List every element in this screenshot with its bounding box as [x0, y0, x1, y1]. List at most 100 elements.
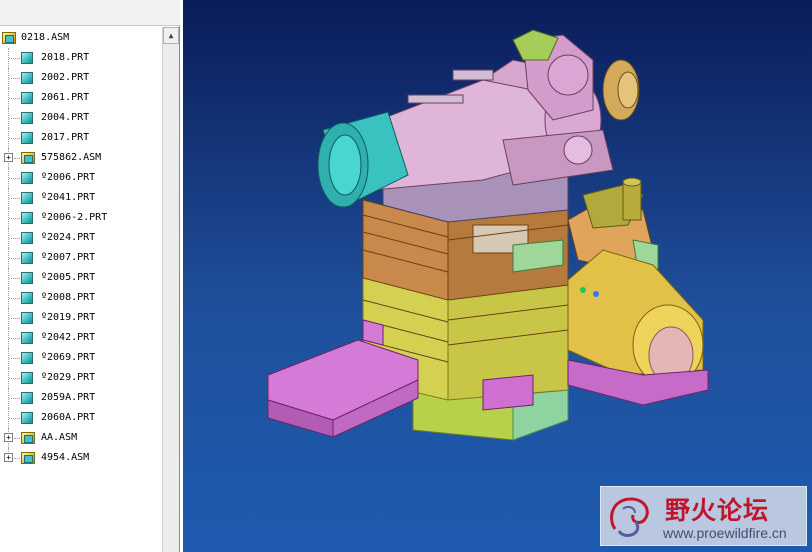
- part-icon: [21, 392, 33, 404]
- tree-item-label: º2006-2.PRT: [41, 212, 108, 223]
- tree-part-item[interactable]: 2004.PRT: [0, 108, 162, 128]
- tree-connector-line: [9, 278, 20, 279]
- tree-connector-line: [9, 398, 20, 399]
- tree-connector-line: [9, 358, 20, 359]
- tree-connector-line: [9, 118, 20, 119]
- tree-connector-line: [14, 438, 20, 439]
- tree-connector-line: [9, 378, 20, 379]
- tree-item-label: º2007.PRT: [41, 252, 96, 263]
- part-icon: [21, 252, 33, 264]
- tree-item-label: 2059A.PRT: [41, 392, 96, 403]
- tree-item-label: 0218.ASM: [21, 32, 70, 43]
- tree-part-item[interactable]: º2006.PRT: [0, 168, 162, 188]
- tree-item-label: º2041.PRT: [41, 192, 96, 203]
- tree-connector-line: [9, 138, 20, 139]
- forum-watermark: 野火论坛 www.proewildfire.cn: [600, 486, 807, 546]
- tree-scrollbar[interactable]: ▲: [162, 27, 179, 552]
- part-icon: [21, 272, 33, 284]
- part-icon: [21, 212, 33, 224]
- tree-item-label: º2069.PRT: [41, 352, 96, 363]
- tree-item-label: º2005.PRT: [41, 272, 96, 283]
- tree-item-label: 2017.PRT: [41, 132, 90, 143]
- tree-part-item[interactable]: º2008.PRT: [0, 288, 162, 308]
- tree-item-label: º2006.PRT: [41, 172, 96, 183]
- part-icon: [21, 112, 33, 124]
- tree-connector-line: [9, 198, 20, 199]
- tree-part-item[interactable]: 2018.PRT: [0, 48, 162, 68]
- tree-item-label: 2061.PRT: [41, 92, 90, 103]
- part-icon: [21, 52, 33, 64]
- part-icon: [21, 412, 33, 424]
- tree-connector-line: [9, 218, 20, 219]
- watermark-title: 野火论坛: [665, 496, 770, 525]
- part-icon: [21, 312, 33, 324]
- tree-item-label: 2018.PRT: [41, 52, 90, 63]
- tree-part-item[interactable]: º2019.PRT: [0, 308, 162, 328]
- part-icon: [21, 292, 33, 304]
- tree-connector-line: [9, 418, 20, 419]
- tree-connector-line: [9, 338, 20, 339]
- part-icon: [21, 232, 33, 244]
- tree-part-item[interactable]: º2069.PRT: [0, 348, 162, 368]
- part-icon: [21, 132, 33, 144]
- tree-item-label: 575862.ASM: [41, 152, 102, 163]
- tree-item-label: º2024.PRT: [41, 232, 96, 243]
- graphics-viewport[interactable]: [183, 0, 812, 552]
- part-icon: [21, 72, 33, 84]
- tree-item-label: 4954.ASM: [41, 452, 90, 463]
- tree-item-label: º2008.PRT: [41, 292, 96, 303]
- tree-connector-line: [9, 258, 20, 259]
- tree-part-item[interactable]: º2007.PRT: [0, 248, 162, 268]
- tree-connector-line: [9, 98, 20, 99]
- model-tree-list[interactable]: 0218.ASM 2018.PRT 2002.PRT 2061.PRT 2004.PR…: [0, 28, 162, 552]
- tree-part-item[interactable]: 2061.PRT: [0, 88, 162, 108]
- tree-connector-line: [9, 238, 20, 239]
- tree-part-item[interactable]: º2042.PRT: [0, 328, 162, 348]
- part-icon: [21, 352, 33, 364]
- tree-assembly-item[interactable]: + AA.ASM: [0, 428, 162, 448]
- tree-item-label: 2060A.PRT: [41, 412, 96, 423]
- tree-connector-line: [9, 318, 20, 319]
- tree-item-label: AA.ASM: [41, 432, 78, 443]
- tree-item-label: 2002.PRT: [41, 72, 90, 83]
- part-icon: [21, 372, 33, 384]
- tree-root-item[interactable]: 0218.ASM: [0, 28, 162, 48]
- tree-connector-line: [9, 58, 20, 59]
- tree-part-item[interactable]: 2002.PRT: [0, 68, 162, 88]
- part-icon: [21, 332, 33, 344]
- assembly-icon: [21, 452, 35, 464]
- model-tree-header: [0, 0, 180, 26]
- tree-assembly-item[interactable]: +575862.ASM: [0, 148, 162, 168]
- assembly-icon: [21, 432, 35, 444]
- tree-item-label: º2019.PRT: [41, 312, 96, 323]
- part-icon: [21, 92, 33, 104]
- tree-connector-line: [9, 78, 20, 79]
- tree-part-item[interactable]: 2060A.PRT: [0, 408, 162, 428]
- part-icon: [21, 192, 33, 204]
- tree-assembly-item[interactable]: +4954.ASM: [0, 448, 162, 468]
- tree-part-item[interactable]: 2017.PRT: [0, 128, 162, 148]
- expand-plus-icon[interactable]: +: [4, 153, 13, 162]
- tree-item-label: º2029.PRT: [41, 372, 96, 383]
- tree-item-label: º2042.PRT: [41, 332, 96, 343]
- tree-part-item[interactable]: º2024.PRT: [0, 228, 162, 248]
- expand-plus-icon[interactable]: +: [4, 433, 13, 442]
- tree-part-item[interactable]: º2041.PRT: [0, 188, 162, 208]
- tree-part-item[interactable]: º2029.PRT: [0, 368, 162, 388]
- model-tree-panel: 0218.ASM 2018.PRT 2002.PRT 2061.PRT 2004.PR…: [0, 0, 180, 552]
- tree-part-item[interactable]: 2059A.PRT: [0, 388, 162, 408]
- expand-plus-icon[interactable]: +: [4, 453, 13, 462]
- cad-model-render: [267, 29, 709, 441]
- tree-part-item[interactable]: º2006-2.PRT: [0, 208, 162, 228]
- tree-connector-line: [14, 158, 20, 159]
- scroll-up-arrow-icon[interactable]: ▲: [163, 27, 179, 44]
- watermark-url: www.proewildfire.cn: [663, 525, 787, 541]
- forum-logo-icon: [610, 497, 649, 537]
- assembly-icon: [21, 152, 35, 164]
- assembly-icon: [2, 32, 16, 44]
- tree-part-item[interactable]: º2005.PRT: [0, 268, 162, 288]
- tree-connector-line: [14, 458, 20, 459]
- tree-item-label: 2004.PRT: [41, 112, 90, 123]
- part-icon: [21, 172, 33, 184]
- tree-connector-line: [9, 298, 20, 299]
